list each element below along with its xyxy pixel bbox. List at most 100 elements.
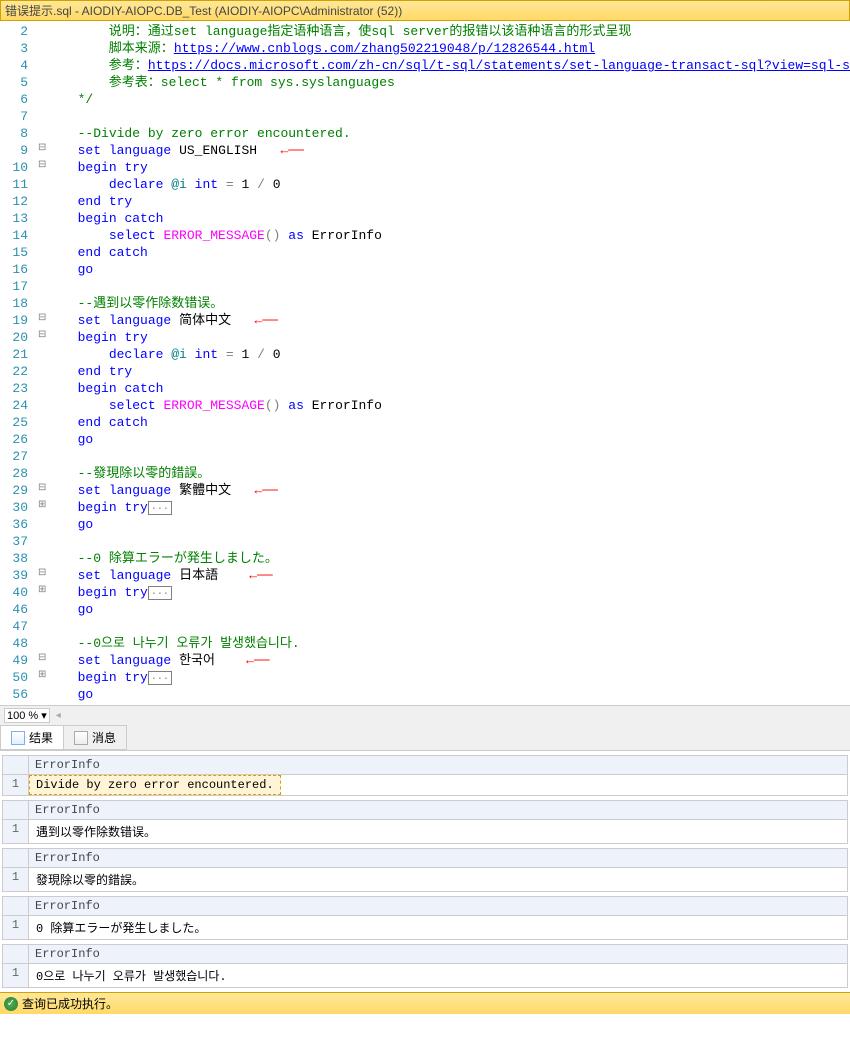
code-line[interactable]: go <box>46 686 850 703</box>
fold-toggle[interactable]: ⊟ <box>38 327 46 344</box>
fold-toggle[interactable] <box>38 633 46 650</box>
fold-toggle[interactable] <box>38 106 46 123</box>
fold-toggle[interactable] <box>38 531 46 548</box>
result-cell[interactable]: 發現除以零的錯誤。 <box>29 868 151 891</box>
code-line[interactable] <box>46 278 850 295</box>
fold-toggle[interactable] <box>38 548 46 565</box>
fold-toggle[interactable] <box>38 89 46 106</box>
code-editor[interactable]: 2345678910111213141516171819202122232425… <box>0 21 850 705</box>
code-line[interactable]: 脚本来源：https://www.cnblogs.com/zhang502219… <box>46 40 850 57</box>
code-line[interactable]: select ERROR_MESSAGE() as ErrorInfo <box>46 397 850 414</box>
fold-toggle[interactable] <box>38 21 46 38</box>
fold-toggle[interactable] <box>38 259 46 276</box>
row-number[interactable]: 1 <box>3 964 29 987</box>
corner-cell[interactable] <box>3 756 29 774</box>
code-line[interactable]: end catch <box>46 414 850 431</box>
row-number[interactable]: 1 <box>3 820 29 843</box>
code-line[interactable]: set language 简体中文 ←── <box>46 312 850 329</box>
column-header[interactable]: ErrorInfo <box>29 756 106 774</box>
fold-toggle[interactable]: ⊟ <box>38 140 46 157</box>
fold-toggle[interactable]: ⊞ <box>38 497 46 514</box>
code-line[interactable]: go <box>46 261 850 278</box>
fold-toggle[interactable]: ⊟ <box>38 650 46 667</box>
column-header[interactable]: ErrorInfo <box>29 897 106 915</box>
row-number[interactable]: 1 <box>3 775 29 795</box>
code-line[interactable]: end try <box>46 363 850 380</box>
tab-messages[interactable]: 消息 <box>63 725 127 750</box>
fold-toggle[interactable] <box>38 378 46 395</box>
code-area[interactable]: 说明：通过set language指定语种语言，使sql server的报错以该… <box>46 21 850 705</box>
code-line[interactable]: 参考：https://docs.microsoft.com/zh-cn/sql/… <box>46 57 850 74</box>
code-line[interactable] <box>46 533 850 550</box>
code-line[interactable]: begin try <box>46 329 850 346</box>
fold-toggle[interactable]: ⊞ <box>38 667 46 684</box>
fold-toggle[interactable] <box>38 361 46 378</box>
result-cell[interactable]: Divide by zero error encountered. <box>29 775 281 795</box>
fold-toggle[interactable] <box>38 412 46 429</box>
zoom-select[interactable]: 100 % ▾ <box>4 708 50 723</box>
code-line[interactable]: go <box>46 516 850 533</box>
fold-toggle[interactable] <box>38 463 46 480</box>
code-line[interactable]: begin try... <box>46 669 850 686</box>
result-cell[interactable]: 0으로 나누기 오류가 발생했습니다. <box>29 964 234 987</box>
fold-toggle[interactable] <box>38 191 46 208</box>
code-line[interactable]: go <box>46 601 850 618</box>
code-line[interactable]: go <box>46 431 850 448</box>
code-line[interactable]: begin catch <box>46 380 850 397</box>
code-line[interactable] <box>46 108 850 125</box>
fold-toggle[interactable] <box>38 242 46 259</box>
corner-cell[interactable] <box>3 945 29 963</box>
code-line[interactable]: select ERROR_MESSAGE() as ErrorInfo <box>46 227 850 244</box>
code-line[interactable]: --0으로 나누기 오류가 발생했습니다. <box>46 635 850 652</box>
column-header[interactable]: ErrorInfo <box>29 849 106 867</box>
result-cell[interactable]: 遇到以零作除数错误。 <box>29 820 163 843</box>
fold-toggle[interactable] <box>38 55 46 72</box>
fold-toggle[interactable] <box>38 72 46 89</box>
code-line[interactable]: */ <box>46 91 850 108</box>
fold-toggle[interactable] <box>38 276 46 293</box>
code-line[interactable]: set language 日本語 ←── <box>46 567 850 584</box>
row-number[interactable]: 1 <box>3 868 29 891</box>
code-line[interactable]: begin catch <box>46 210 850 227</box>
row-number[interactable]: 1 <box>3 916 29 939</box>
fold-toggle[interactable] <box>38 429 46 446</box>
fold-toggle[interactable]: ⊟ <box>38 565 46 582</box>
code-line[interactable]: declare @i int = 1 / 0 <box>46 176 850 193</box>
fold-toggle[interactable] <box>38 174 46 191</box>
column-header[interactable]: ErrorInfo <box>29 801 106 819</box>
fold-toggle[interactable] <box>38 208 46 225</box>
fold-toggle[interactable] <box>38 616 46 633</box>
fold-toggle[interactable] <box>38 514 46 531</box>
fold-toggle[interactable] <box>38 446 46 463</box>
code-line[interactable]: --遇到以零作除数错误。 <box>46 295 850 312</box>
code-line[interactable]: --發現除以零的錯誤。 <box>46 465 850 482</box>
code-line[interactable]: --0 除算エラーが発生しました。 <box>46 550 850 567</box>
code-line[interactable]: declare @i int = 1 / 0 <box>46 346 850 363</box>
fold-toggle[interactable]: ⊟ <box>38 480 46 497</box>
code-line[interactable]: set language 繁體中文 ←── <box>46 482 850 499</box>
fold-column[interactable]: ⊟⊟⊟⊟⊟⊞⊟⊞⊟⊞ <box>38 21 46 705</box>
fold-toggle[interactable]: ⊟ <box>38 310 46 327</box>
fold-toggle[interactable]: ⊞ <box>38 582 46 599</box>
code-line[interactable]: --Divide by zero error encountered. <box>46 125 850 142</box>
code-line[interactable]: begin try... <box>46 499 850 516</box>
code-line[interactable]: 参考表：select * from sys.syslanguages <box>46 74 850 91</box>
code-line[interactable]: end try <box>46 193 850 210</box>
tab-results[interactable]: 结果 <box>0 725 64 750</box>
fold-toggle[interactable]: ⊟ <box>38 157 46 174</box>
code-line[interactable]: set language US_ENGLISH ←── <box>46 142 850 159</box>
fold-toggle[interactable] <box>38 38 46 55</box>
code-line[interactable]: begin try... <box>46 584 850 601</box>
code-line[interactable]: begin try <box>46 159 850 176</box>
code-line[interactable]: set language 한국어 ←── <box>46 652 850 669</box>
fold-toggle[interactable] <box>38 344 46 361</box>
code-line[interactable] <box>46 448 850 465</box>
corner-cell[interactable] <box>3 801 29 819</box>
code-line[interactable]: 说明：通过set language指定语种语言，使sql server的报错以该… <box>46 23 850 40</box>
fold-toggle[interactable] <box>38 684 46 701</box>
corner-cell[interactable] <box>3 897 29 915</box>
splitter-icon[interactable]: ◂ <box>56 710 61 721</box>
fold-toggle[interactable] <box>38 293 46 310</box>
column-header[interactable]: ErrorInfo <box>29 945 106 963</box>
code-line[interactable] <box>46 618 850 635</box>
